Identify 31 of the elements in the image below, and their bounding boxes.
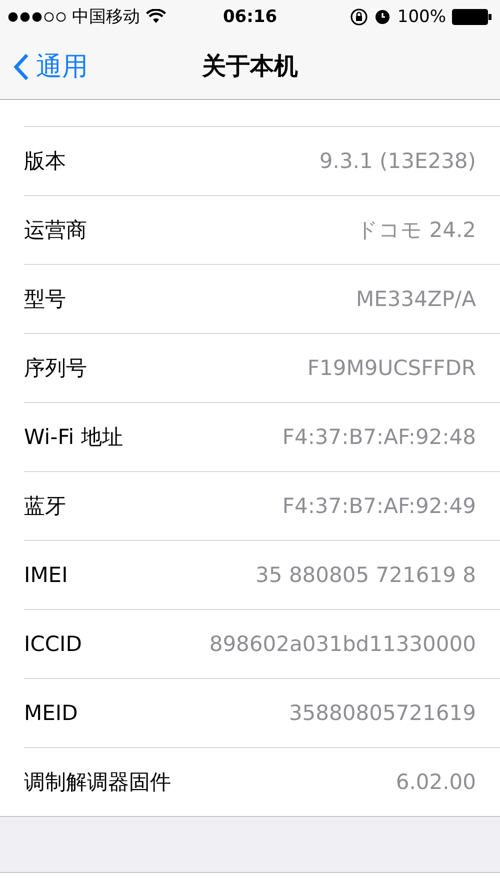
row-value: ドコモ 24.2 <box>356 217 476 244</box>
row-value: 35880805721619 <box>288 701 476 725</box>
row-label: ICCID <box>24 632 82 656</box>
row-label: 序列号 <box>24 355 87 382</box>
wifi-icon <box>146 9 166 24</box>
chevron-left-icon <box>12 52 30 82</box>
row-label: 蓝牙 <box>24 493 66 520</box>
alarm-icon <box>374 8 392 25</box>
carrier-name: 中国移动 <box>72 6 140 28</box>
row-label: 型号 <box>24 286 66 313</box>
battery-icon <box>452 8 492 24</box>
row-value: F4:37:B7:AF:92:49 <box>282 494 476 518</box>
row-value: F19M9UCSFFDR <box>307 356 476 380</box>
row-value: F4:37:B7:AF:92:48 <box>282 425 476 449</box>
row-label: 运营商 <box>24 217 87 244</box>
row-value: 9.3.1 (13E238) <box>319 149 476 173</box>
status-time: 06:16 <box>222 6 278 26</box>
signal-icon <box>8 12 66 22</box>
row-label: MEID <box>24 701 78 725</box>
back-button[interactable]: 通用 <box>12 49 88 84</box>
row-value: 898602a031bd11330000 <box>209 632 476 656</box>
nav-title: 关于本机 <box>202 51 298 82</box>
row-label: 调制解调器固件 <box>24 769 171 796</box>
row-value: 6.02.00 <box>396 770 476 794</box>
rotation-lock-icon <box>350 8 368 26</box>
row-label: 版本 <box>24 148 66 175</box>
row-value: ME334ZP/A <box>356 287 476 311</box>
row-label: IMEI <box>24 563 68 587</box>
battery-percent: 100% <box>397 6 446 26</box>
row-label: Wi-Fi 地址 <box>24 424 123 451</box>
row-value: 35 880805 721619 8 <box>256 563 476 587</box>
